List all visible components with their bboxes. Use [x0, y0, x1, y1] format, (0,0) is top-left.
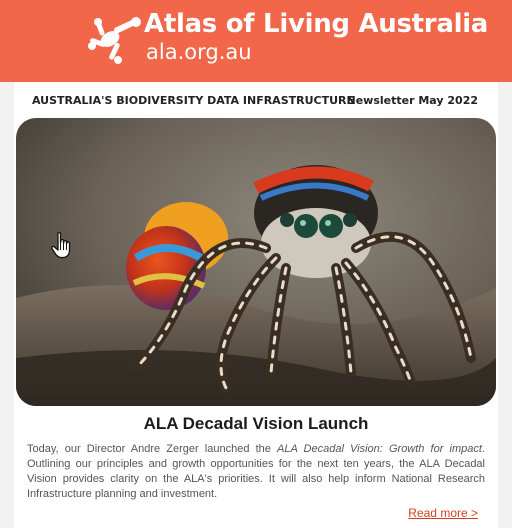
article-summary: Today, our Director Andre Zerger launche…: [27, 442, 485, 502]
hand-pointer-icon: [51, 231, 71, 259]
newsletter-issue: Newsletter May 2022: [346, 94, 478, 107]
hero-image-peacock-spider[interactable]: [16, 118, 496, 406]
article-title: ALA Decadal Vision Launch: [143, 414, 369, 433]
newsletter-tagline: AUSTRALIA'S BIODIVERSITY DATA INFRASTRUC…: [32, 94, 355, 107]
newsletter-header: Atlas of Living Australia ala.org.au: [0, 0, 512, 82]
read-more-link[interactable]: Read more >: [408, 506, 478, 520]
peacock-spider-photo: [16, 118, 496, 406]
article-summary-part-1: Today, our Director Andre Zerger launche…: [27, 443, 278, 455]
brand-url: ala.org.au: [146, 40, 252, 64]
brand-name: Atlas of Living Australia: [144, 9, 489, 39]
article-summary-emphasis: ALA Decadal Vision: Growth for impact: [277, 443, 482, 455]
ala-logo-icon: [88, 17, 141, 64]
newsletter-card: AUSTRALIA'S BIODIVERSITY DATA INFRASTRUC…: [14, 82, 498, 528]
